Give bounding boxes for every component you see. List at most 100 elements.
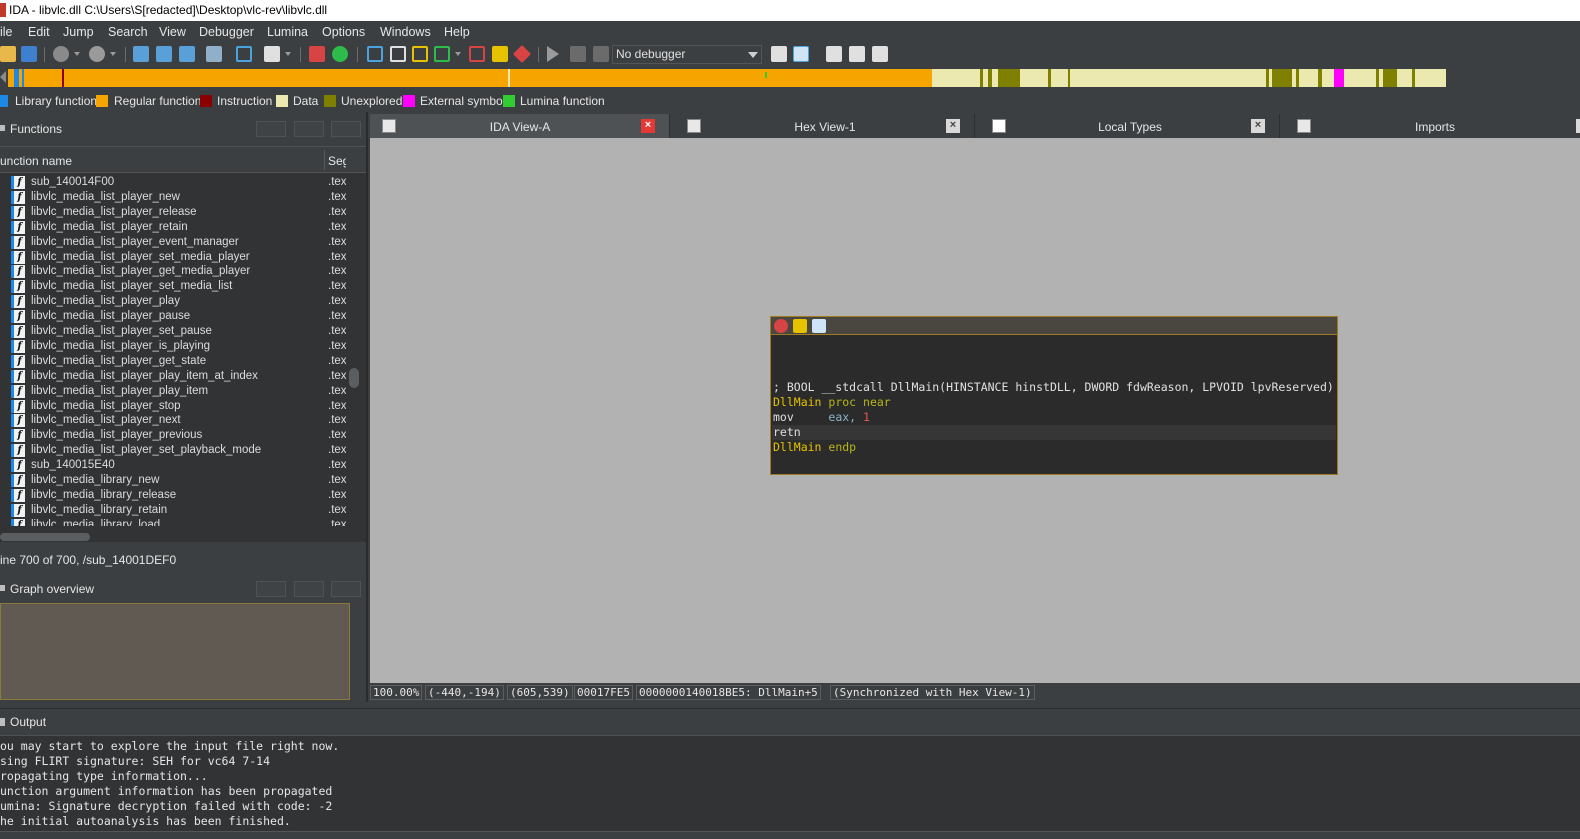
menu-jump[interactable]: Jump — [63, 21, 94, 43]
function-row[interactable]: f libvlc_media_list_player_play_item_at_i… — [0, 369, 346, 384]
function-name[interactable]: libvlc_media_library_load — [31, 518, 160, 526]
function-name[interactable]: sub_140015E40 — [31, 458, 115, 473]
code-icon[interactable] — [367, 46, 383, 62]
function-row[interactable]: f libvlc_media_list_player_play .tex — [0, 294, 346, 309]
function-name[interactable]: libvlc_media_list_player_set_playback_mo… — [31, 443, 261, 458]
function-row[interactable]: f libvlc_media_list_player_set_media_play… — [0, 250, 346, 265]
node-color-icon[interactable] — [774, 319, 788, 333]
function-name[interactable]: libvlc_media_list_player_set_pause — [31, 324, 212, 339]
chevron-down-icon[interactable] — [455, 52, 461, 56]
menu-edit[interactable]: Edit — [28, 21, 50, 43]
function-row[interactable]: f libvlc_media_list_player_get_state .tex — [0, 354, 346, 369]
back-arrow-icon[interactable] — [53, 46, 69, 62]
proc-declaration-line[interactable]: DllMain proc near — [773, 395, 891, 410]
function-row[interactable]: f libvlc_media_list_player_play_item .tex — [0, 384, 346, 399]
function-row[interactable]: f libvlc_media_list_player_stop .tex — [0, 399, 346, 414]
panel-splitter[interactable] — [366, 112, 368, 702]
group-nodes-icon[interactable] — [812, 319, 826, 333]
menu-view[interactable]: View — [159, 21, 186, 43]
function-label[interactable]: DllMain — [773, 440, 821, 454]
function-row[interactable]: f sub_140015E40 .tex — [0, 458, 346, 473]
graph-node-dllmain[interactable]: ; BOOL __stdcall DllMain(HINSTANCE hinst… — [770, 316, 1338, 475]
function-name[interactable]: libvlc_media_library_new — [31, 473, 159, 488]
register-operand[interactable]: eax, — [828, 410, 856, 424]
pause-icon[interactable] — [570, 46, 586, 62]
function-row[interactable]: f libvlc_media_list_player_release .tex — [0, 205, 346, 220]
function-name[interactable]: libvlc_media_list_player_get_state — [31, 354, 206, 369]
function-name[interactable]: libvlc_media_library_retain — [31, 503, 167, 518]
graph-view-icon[interactable] — [179, 46, 195, 62]
function-name[interactable]: libvlc_media_list_player_stop — [31, 399, 181, 414]
function-row[interactable]: f libvlc_media_list_player_is_playing .tex — [0, 339, 346, 354]
graph-view-canvas[interactable]: ; BOOL __stdcall DllMain(HINSTANCE hinst… — [370, 138, 1580, 683]
tab-hex-view-1[interactable]: Hex View-1 × — [675, 114, 975, 138]
panel-float-button[interactable] — [256, 581, 286, 597]
lumina-icon[interactable] — [332, 46, 348, 62]
immediate-operand[interactable]: 1 — [863, 410, 870, 424]
function-row[interactable]: f libvlc_media_list_player_new .tex — [0, 190, 346, 205]
function-name[interactable]: libvlc_media_list_player_set_media_playe… — [31, 250, 250, 265]
tab-ida-view-a[interactable]: IDA View-A × — [370, 114, 670, 138]
scroll-left-icon[interactable] — [0, 71, 6, 83]
chevron-down-icon[interactable] — [110, 52, 116, 56]
panel-close-button[interactable] — [331, 121, 361, 137]
function-name[interactable]: libvlc_media_library_release — [31, 488, 176, 503]
menu-help[interactable]: Help — [444, 21, 470, 43]
column-header-function-name[interactable]: unction name — [0, 154, 72, 168]
array-icon[interactable] — [412, 46, 428, 62]
function-row[interactable]: f libvlc_media_library_retain .tex — [0, 503, 346, 518]
list-icon[interactable] — [826, 46, 842, 62]
functions-horizontal-scrollbar[interactable] — [0, 533, 90, 541]
forward-arrow-icon[interactable] — [89, 46, 105, 62]
function-name[interactable]: libvlc_media_list_player_retain — [31, 220, 188, 235]
command-bar[interactable] — [0, 831, 1580, 839]
tab-local-types[interactable]: Local Types × — [980, 114, 1280, 138]
tab-imports[interactable]: Imports × — [1285, 114, 1580, 138]
functions-vertical-scrollbar[interactable] — [346, 174, 360, 526]
undefine-icon[interactable] — [469, 46, 485, 62]
column-header-segment[interactable]: Seg — [328, 154, 346, 168]
function-row[interactable]: f libvlc_media_list_player_pause .tex — [0, 309, 346, 324]
column-divider[interactable] — [324, 150, 325, 170]
function-prototype-comment[interactable]: ; BOOL __stdcall DllMain(HINSTANCE hinst… — [773, 380, 1334, 395]
open-folder-icon[interactable] — [0, 46, 16, 62]
sync-icon[interactable] — [771, 46, 787, 62]
function-row[interactable]: f libvlc_media_library_release .tex — [0, 488, 346, 503]
play-icon[interactable] — [547, 46, 559, 62]
close-icon[interactable]: × — [946, 119, 960, 133]
close-icon[interactable]: × — [1576, 119, 1580, 133]
function-row[interactable]: f libvlc_media_list_player_get_media_play… — [0, 264, 346, 279]
function-row[interactable]: f sub_140014F00 .tex — [0, 175, 346, 190]
function-row[interactable]: f libvlc_media_library_new .tex — [0, 473, 346, 488]
function-name[interactable]: libvlc_media_list_player_event_manager — [31, 235, 239, 250]
panel-close-button[interactable] — [331, 581, 361, 597]
error-marker-icon[interactable] — [309, 46, 325, 62]
function-name[interactable]: libvlc_media_list_player_next — [31, 413, 181, 428]
function-row[interactable]: f libvlc_media_list_player_previous .tex — [0, 428, 346, 443]
function-name[interactable]: libvlc_media_list_player_play_item — [31, 384, 208, 399]
function-name[interactable]: libvlc_media_list_player_set_media_list — [31, 279, 232, 294]
cross-reference-icon[interactable] — [206, 46, 222, 62]
panel-restore-button[interactable] — [294, 581, 324, 597]
panel-float-button[interactable] — [256, 121, 286, 137]
binary-view-icon[interactable] — [133, 46, 149, 62]
text-view-icon[interactable] — [156, 46, 172, 62]
edit-function-icon[interactable] — [492, 46, 508, 62]
string-icon[interactable] — [264, 46, 280, 62]
instruction-line[interactable]: retn — [773, 425, 801, 440]
close-icon[interactable]: × — [1251, 119, 1265, 133]
function-name[interactable]: libvlc_media_list_player_get_media_playe… — [31, 264, 250, 279]
debugger-select[interactable]: No debugger — [612, 45, 762, 64]
menu-debugger[interactable]: Debugger — [199, 21, 254, 43]
breakpoint-icon[interactable] — [512, 44, 532, 64]
outdent-icon[interactable] — [872, 46, 888, 62]
function-name[interactable]: libvlc_media_list_player_previous — [31, 428, 202, 443]
menu-file[interactable]: ile — [0, 21, 13, 43]
indent-icon[interactable] — [849, 46, 865, 62]
function-name[interactable]: sub_140014F00 — [31, 175, 114, 190]
sync-active-icon[interactable] — [793, 46, 809, 62]
save-icon[interactable] — [21, 46, 37, 62]
chevron-down-icon[interactable] — [74, 52, 80, 56]
data-icon[interactable] — [390, 46, 406, 62]
endp-line[interactable]: DllMain endp — [773, 440, 856, 455]
